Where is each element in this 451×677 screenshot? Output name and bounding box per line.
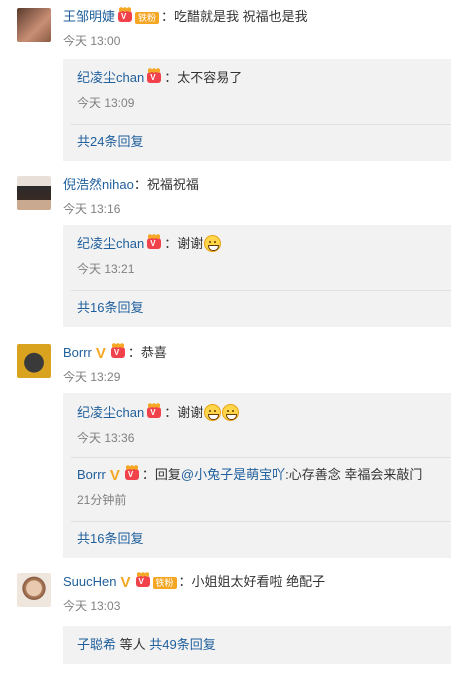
vip-crown-icon: V: [110, 343, 127, 359]
grin-emoji-icon: [204, 235, 222, 252]
avatar[interactable]: [17, 176, 51, 210]
comment-time: 今天 13:00: [63, 34, 121, 48]
avatar[interactable]: [17, 573, 51, 607]
comment-text: ：吃醋就是我 祝福也是我: [161, 9, 308, 24]
divider: [71, 457, 451, 458]
reply-time: 今天 13:21: [77, 262, 135, 276]
more-replies-link[interactable]: 共49条回复: [149, 637, 215, 652]
more-replies-link[interactable]: 共16条回复: [77, 530, 143, 548]
reply-username[interactable]: Borrr: [77, 467, 106, 482]
reply-text: :心存善念 幸福会来敲门: [285, 467, 423, 482]
more-replies-link[interactable]: 共16条回复: [77, 299, 143, 317]
reply-text: ：谢谢: [164, 236, 204, 251]
comment-text: ：小姐姐太好看啦 绝配子: [178, 574, 326, 589]
verified-v-icon: V: [109, 467, 120, 484]
vip-crown-icon: V: [147, 403, 163, 419]
reply-username[interactable]: 纪凌尘chan: [77, 236, 144, 251]
comment-username[interactable]: 王邹明婕: [63, 9, 115, 24]
reply-box: 纪凌尘chan V ：太不容易了 今天 13:09 共24条回复: [63, 59, 451, 161]
vip-crown-icon: V: [147, 68, 163, 84]
divider: [71, 521, 451, 522]
reply-summary-text: 等人: [116, 637, 150, 652]
reply-username[interactable]: 纪凌尘chan: [77, 405, 144, 420]
comment-time: 今天 13:03: [63, 599, 121, 613]
comment-time: 今天 13:29: [63, 370, 121, 384]
reply-box: 纪凌尘chan V ：谢谢 今天 13:21 共16条回复: [63, 225, 451, 327]
reply-summary-user[interactable]: 子聪希: [77, 637, 116, 652]
reply-text: ：谢谢: [164, 405, 204, 420]
reply-box: 子聪希 等人 共49条回复: [63, 626, 451, 664]
comment-username[interactable]: 倪浩然nihao: [63, 177, 134, 192]
comment-text: ：祝福祝福: [133, 177, 199, 192]
fan-badge: 铁粉: [152, 577, 177, 589]
reply-time: 今天 13:36: [77, 431, 135, 445]
grin-emoji-icon: [204, 404, 222, 421]
comment-text: ：恭喜: [127, 345, 167, 360]
reply: Borrr V V ：回复@小兔子是萌宝吖:心存善念 幸福会来敲门 21分钟前: [77, 465, 423, 508]
vip-crown-icon: V: [124, 465, 141, 481]
reply: 纪凌尘chan V ：谢谢 今天 13:36: [77, 403, 240, 446]
divider: [71, 124, 451, 125]
grin-emoji-icon: [222, 404, 240, 421]
reply-time: 21分钟前: [77, 493, 127, 507]
mention-link[interactable]: @小兔子是萌宝吖: [181, 467, 285, 482]
comment-time: 今天 13:16: [63, 202, 121, 216]
reply: 纪凌尘chan V ：谢谢 今天 13:21: [77, 234, 222, 277]
reply-text-prefix: ：回复: [141, 467, 181, 482]
reply-time: 今天 13:09: [77, 96, 135, 110]
reply-box: 纪凌尘chan V ：谢谢 今天 13:36 Borrr V V ：回复@小兔子是萌宝吖:…: [63, 393, 451, 558]
fan-badge: 铁粉: [135, 12, 160, 24]
avatar[interactable]: [17, 8, 51, 42]
vip-crown-icon: V: [135, 572, 152, 588]
divider: [71, 290, 451, 291]
avatar[interactable]: [17, 344, 51, 378]
verified-v-icon: V: [95, 345, 106, 362]
reply-username[interactable]: 纪凌尘chan: [77, 70, 144, 85]
verified-v-icon: V: [120, 574, 131, 591]
vip-crown-icon: V: [147, 234, 163, 250]
comment-username[interactable]: SuucHen: [63, 574, 116, 589]
comment-username[interactable]: Borrr: [63, 345, 92, 360]
reply-text: ：太不容易了: [164, 70, 243, 85]
more-replies-link[interactable]: 共24条回复: [77, 133, 143, 151]
reply: 纪凌尘chan V ：太不容易了 今天 13:09: [77, 68, 243, 111]
vip-crown-icon: V: [118, 7, 134, 23]
